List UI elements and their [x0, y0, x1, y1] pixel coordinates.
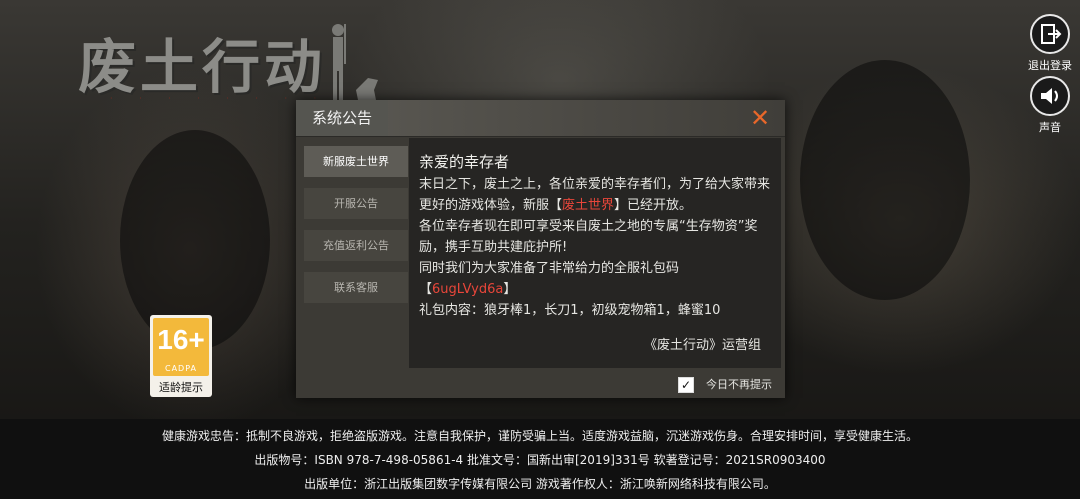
- age-rating-label: 适龄提示: [159, 381, 203, 394]
- logout-icon: [1030, 14, 1070, 54]
- announcement-dialog: 系统公告 ✕ 新服废土世界 开服公告 充值返利公告 联系客服 亲爱的幸存者 末日…: [296, 100, 785, 398]
- game-logo: 废土行动 · · · · · · · ·: [78, 20, 378, 106]
- sound-button[interactable]: 声音: [1020, 76, 1080, 135]
- announcement-paragraph-4: 礼包内容：狼牙棒1，长刀1，初级宠物箱1，蜂蜜10: [419, 303, 721, 318]
- publication-info: 出版物号：ISBN 978-7-498-05861-4 批准文号：国新出审[20…: [254, 453, 826, 467]
- dialog-header: 系统公告 ✕: [296, 100, 785, 137]
- game-logo-title: 废土行动: [78, 33, 327, 101]
- health-advice: 健康游戏忠告：抵制不良游戏，拒绝盗版游戏。注意自我保护，谨防受骗上当。适度游戏益…: [161, 429, 918, 443]
- age-rating-badge: 16+ CADPA 适龄提示: [150, 315, 212, 397]
- tab-new-server[interactable]: 新服废土世界: [304, 146, 408, 177]
- age-rating-org: CADPA: [164, 364, 197, 373]
- server-name: 废土世界: [562, 198, 615, 213]
- no-remind-toggle[interactable]: ✓ 今日不再提示: [678, 375, 772, 395]
- announcement-signature: 《废土行动》运营组: [643, 338, 761, 353]
- announcement-paragraph-1: 末日之下，废土之上，各位亲爱的幸存者们，为了给大家带来更好的游戏体验，新服【废土…: [419, 177, 771, 213]
- survivor-silhouette-icon: [332, 24, 378, 100]
- speaker-icon: [1030, 76, 1070, 116]
- background-figure-right: [800, 60, 970, 300]
- health-notice-footer: 健康游戏忠告：抵制不良游戏，拒绝盗版游戏。注意自我保护，谨防受骗上当。适度游戏益…: [0, 419, 1080, 499]
- logout-label: 退出登录: [1028, 59, 1072, 72]
- no-remind-label: 今日不再提示: [706, 378, 772, 391]
- announcement-paragraph-3: 同时我们为大家准备了非常给力的全服礼包码: [419, 261, 680, 276]
- gift-code-line: 【6ugLVyd6a】: [419, 282, 517, 297]
- announcement-content[interactable]: 亲爱的幸存者 末日之下，废土之上，各位亲爱的幸存者们，为了给大家带来更好的游戏体…: [409, 138, 781, 368]
- logout-button[interactable]: 退出登录: [1020, 14, 1080, 73]
- checkbox-checked-icon[interactable]: ✓: [678, 377, 694, 393]
- announcement-greeting: 亲爱的幸存者: [419, 153, 510, 171]
- announcement-text: 亲爱的幸存者 末日之下，废土之上，各位亲爱的幸存者们，为了给大家带来更好的游戏体…: [419, 152, 771, 326]
- announcement-tabs: 新服废土世界 开服公告 充值返利公告 联系客服: [304, 146, 408, 314]
- gift-code[interactable]: 6ugLVyd6a: [432, 282, 503, 297]
- sound-label: 声音: [1039, 121, 1061, 134]
- close-icon[interactable]: ✕: [748, 106, 772, 130]
- age-rating-number: 16+: [157, 324, 205, 355]
- publisher-info: 出版单位：浙江出版集团数字传媒有限公司 游戏著作权人：浙江唤新网络科技有限公司。: [304, 477, 776, 491]
- tab-server-open[interactable]: 开服公告: [304, 188, 408, 219]
- tab-recharge-rebate[interactable]: 充值返利公告: [304, 230, 408, 261]
- age-rating-panel: 16+ CADPA: [153, 318, 209, 376]
- tab-customer-service[interactable]: 联系客服: [304, 272, 408, 303]
- dialog-title: 系统公告: [296, 100, 388, 136]
- announcement-paragraph-2: 各位幸存者现在即可享受来自废土之地的专属“生存物资”奖励，携手互助共建庇护所!: [419, 219, 758, 255]
